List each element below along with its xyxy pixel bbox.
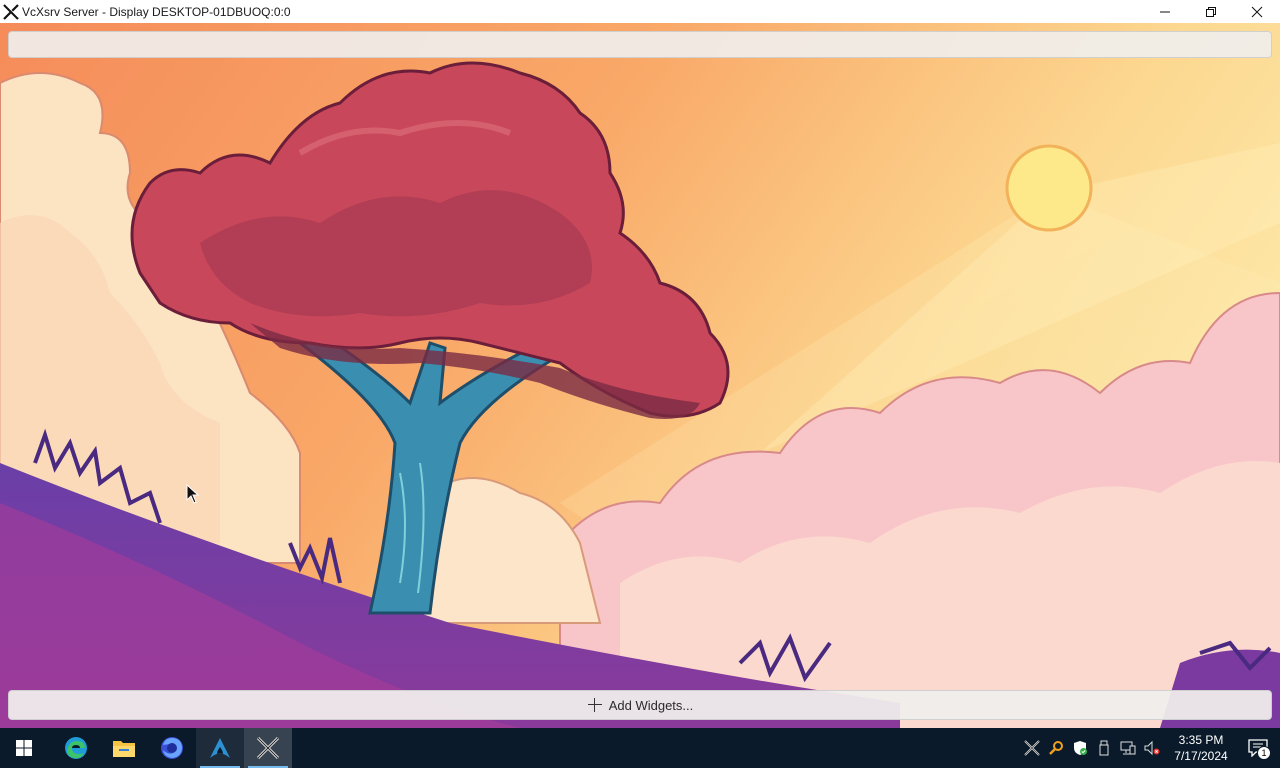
window-title-bar: VcXsrv Server - Display DESKTOP-01DBUOQ:…: [0, 0, 1280, 23]
clock-time: 3:35 PM: [1178, 733, 1224, 747]
bottom-panel: Add Widgets...: [8, 690, 1272, 720]
taskbar-clock[interactable]: 3:35 PM 7/17/2024: [1166, 732, 1236, 764]
notification-center-button[interactable]: 1: [1236, 728, 1280, 768]
top-panel[interactable]: [8, 31, 1272, 58]
folder-icon: [113, 741, 135, 757]
restore-icon: [1206, 6, 1216, 17]
x-logo-icon: [256, 736, 280, 760]
desktop[interactable]: Add Widgets...: [0, 23, 1280, 728]
taskbar-file-explorer[interactable]: [100, 728, 148, 768]
taskbar-edge[interactable]: [52, 728, 100, 768]
network-icon: [1120, 741, 1136, 755]
minimize-button[interactable]: [1142, 0, 1188, 23]
tray-security[interactable]: [1068, 728, 1092, 768]
x-logo-icon: [2, 3, 20, 21]
taskbar-vcxsrv[interactable]: [244, 728, 292, 768]
tray-volume[interactable]: [1140, 728, 1164, 768]
windows-start-icon: [16, 740, 32, 756]
taskbar: 3:35 PM 7/17/2024 1: [0, 728, 1280, 768]
tray-usb[interactable]: [1092, 728, 1116, 768]
search-key-icon: [1049, 741, 1063, 755]
arch-linux-icon: [210, 738, 230, 758]
minimize-icon: [1160, 11, 1170, 12]
close-icon: [1251, 6, 1263, 17]
x-server-icon: [1024, 740, 1040, 756]
volume-muted-icon: [1144, 740, 1160, 756]
mouse-pointer-icon: [186, 484, 200, 504]
add-widgets-label: Add Widgets...: [608, 697, 694, 713]
tray-search-key[interactable]: [1044, 728, 1068, 768]
edge-icon: [65, 737, 87, 759]
usb-icon: [1099, 740, 1109, 756]
window-title: VcXsrv Server - Display DESKTOP-01DBUOQ:…: [22, 4, 291, 19]
close-button[interactable]: [1234, 0, 1280, 23]
add-widgets-button[interactable]: Add Widgets...: [587, 697, 694, 713]
tray-network[interactable]: [1116, 728, 1140, 768]
firefox-icon: [161, 737, 183, 759]
plus-icon: [587, 697, 603, 713]
taskbar-arch[interactable]: [196, 728, 244, 768]
clock-date: 7/17/2024: [1174, 749, 1228, 763]
wallpaper: [0, 23, 1280, 728]
restore-button[interactable]: [1188, 0, 1234, 23]
system-tray: 3:35 PM 7/17/2024 1: [1020, 728, 1280, 768]
taskbar-firefox[interactable]: [148, 728, 196, 768]
window-controls: [1142, 0, 1280, 23]
tray-x-server[interactable]: [1020, 728, 1044, 768]
notification-count-badge: 1: [1257, 746, 1271, 760]
start-button[interactable]: [0, 728, 48, 768]
security-shield-icon: [1074, 741, 1087, 755]
